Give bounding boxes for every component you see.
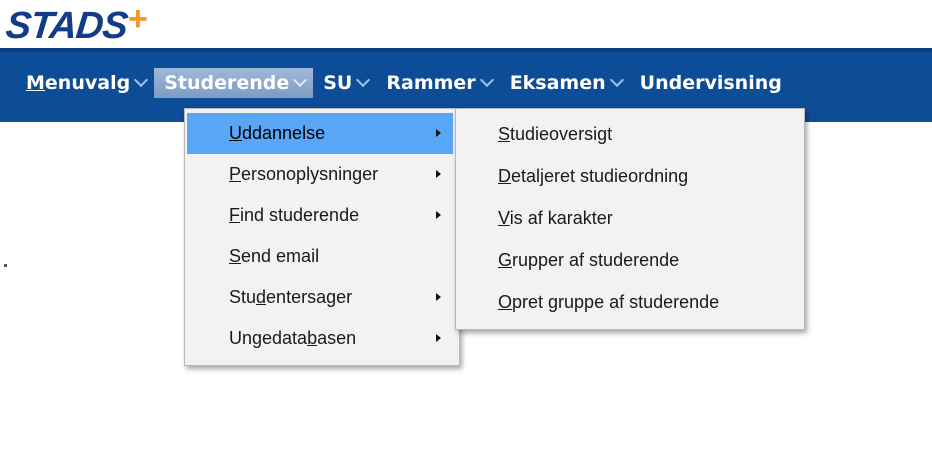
menu-studerende[interactable]: Studerende: [154, 68, 314, 98]
item-accel: G: [498, 250, 513, 270]
chevron-down-icon: [356, 72, 371, 88]
item-text: is af karakter: [509, 208, 613, 228]
menu-su[interactable]: SU: [313, 68, 376, 98]
menu-label: Undervisning: [639, 72, 782, 94]
item-accel: V: [498, 208, 510, 228]
logo-text: STADS: [3, 5, 130, 47]
submenu-item-detaljeret-studieordning[interactable]: Detaljeret studieordning: [456, 155, 804, 197]
submenu-arrow-icon: [436, 129, 441, 137]
chevron-down-icon: [293, 72, 308, 88]
dropdown-item-studentersager[interactable]: Studentersager: [185, 277, 459, 318]
item-accel: U: [229, 123, 242, 143]
dropdown-item-ungedatabasen[interactable]: Ungedatabasen: [185, 318, 459, 359]
menu-eksamen[interactable]: Eksamen: [500, 68, 630, 98]
submenu-arrow-icon: [436, 211, 441, 219]
logo-plus: +: [127, 0, 148, 38]
menu-label: Rammer: [386, 72, 476, 94]
menu-menuvalg[interactable]: Menuvalg: [0, 68, 154, 98]
item-text: Ungedata: [229, 328, 308, 348]
menu-label: Eksamen: [509, 72, 606, 94]
item-text: end email: [241, 246, 320, 266]
item-accel: D: [498, 166, 511, 186]
chevron-down-icon: [479, 72, 494, 88]
dropdown-item-send-email[interactable]: Send email: [185, 236, 459, 277]
submenu-item-grupper-af-studerende[interactable]: Grupper af studerende: [456, 239, 804, 281]
submenu-arrow-icon: [436, 170, 441, 178]
menu-undervisning[interactable]: Undervisning: [630, 68, 790, 98]
submenu-item-opret-gruppe[interactable]: Opret gruppe af studerende: [456, 281, 804, 323]
item-text: ersonoplysninger: [241, 164, 379, 184]
item-accel: d: [256, 287, 267, 307]
item-text: tudieoversigt: [510, 124, 613, 144]
studerende-dropdown: Uddannelse Personoplysninger Find studer…: [184, 108, 460, 366]
submenu-item-vis-af-karakter[interactable]: Vis af karakter: [456, 197, 804, 239]
item-accel: S: [498, 124, 511, 144]
chevron-down-icon: [134, 72, 149, 88]
chevron-down-icon: [609, 72, 624, 88]
menu-accel: M: [26, 72, 45, 94]
dropdown-item-uddannelse[interactable]: Uddannelse: [187, 113, 453, 154]
page-marker: [4, 264, 7, 267]
menu-label: enuvalg: [44, 72, 131, 94]
submenu-arrow-icon: [436, 293, 441, 301]
dropdown-item-find-studerende[interactable]: Find studerende: [185, 195, 459, 236]
item-accel: O: [498, 292, 513, 312]
menu-label: SU: [323, 72, 353, 94]
item-accel: b: [307, 328, 318, 348]
item-text: ind studerende: [240, 205, 360, 225]
item-text: entersager: [266, 287, 353, 307]
item-text: asen: [317, 328, 357, 348]
item-text: ddannelse: [242, 123, 326, 143]
item-text: Stu: [229, 287, 257, 307]
item-text: rupper af studerende: [512, 250, 680, 270]
stads-logo: STADS +: [3, 0, 148, 47]
item-accel: F: [229, 205, 240, 225]
item-text: pret gruppe af studerende: [512, 292, 720, 312]
item-accel: P: [229, 164, 242, 184]
item-accel: S: [229, 246, 242, 266]
submenu-arrow-icon: [436, 334, 441, 342]
menubar-row: Menuvalg Studerende SU Rammer Eksamen Un…: [0, 68, 790, 98]
item-text: etaljeret studieordning: [511, 166, 689, 186]
submenu-item-studieoversigt[interactable]: Studieoversigt: [456, 113, 804, 155]
uddannelse-submenu: Studieoversigt Detaljeret studieordning …: [455, 108, 805, 330]
menu-rammer[interactable]: Rammer: [376, 68, 499, 98]
menu-label: Studerende: [164, 72, 290, 94]
dropdown-item-personoplysninger[interactable]: Personoplysninger: [185, 154, 459, 195]
